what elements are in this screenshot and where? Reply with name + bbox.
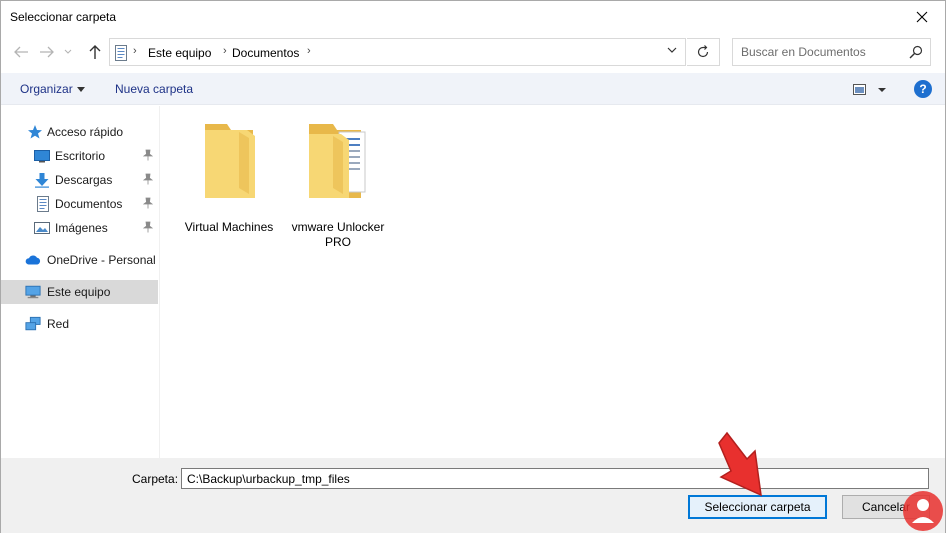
- sidebar-item-descargas[interactable]: Descargas: [1, 168, 158, 192]
- folder-virtual-machines[interactable]: Virtual Machines: [179, 116, 279, 246]
- recent-locations-button[interactable]: [61, 42, 75, 62]
- folder-field-label: Carpeta:: [132, 472, 179, 486]
- sidebar-item-label: Este equipo: [47, 285, 111, 299]
- pin-icon: [143, 221, 153, 233]
- arrow-up-icon: [89, 45, 101, 59]
- navigation-pane: Acceso rápido Escritorio Descargas Docum…: [1, 106, 160, 458]
- watermark-logo-icon: [903, 491, 943, 531]
- close-button[interactable]: [899, 1, 945, 32]
- view-options-icon: [853, 84, 886, 95]
- sidebar-item-label: OneDrive - Personal: [47, 253, 156, 267]
- chevron-down-icon: [64, 49, 72, 54]
- caret-down-icon[interactable]: [77, 87, 85, 92]
- folder-name: Virtual Machines: [184, 220, 274, 234]
- chevron-right-icon: ›: [307, 45, 311, 57]
- breadcrumb-documentos[interactable]: Documentos: [232, 46, 299, 60]
- select-folder-dialog: Seleccionar carpeta › Este equipo › Docu…: [0, 0, 946, 533]
- sidebar-item-label: Documentos: [55, 197, 123, 211]
- star-icon: [28, 125, 42, 139]
- pin-icon: [143, 197, 153, 209]
- command-bar: Organizar Nueva carpeta ?: [1, 73, 945, 105]
- sidebar-item-red[interactable]: Red: [1, 312, 158, 336]
- folder-icon: [309, 124, 366, 198]
- window-title: Seleccionar carpeta: [10, 10, 117, 24]
- new-folder-button[interactable]: Nueva carpeta: [115, 82, 193, 96]
- sidebar-item-label: Escritorio: [55, 149, 106, 163]
- help-button[interactable]: ?: [914, 80, 932, 98]
- chevron-right-icon: ›: [223, 45, 227, 57]
- forward-button[interactable]: [37, 42, 57, 62]
- download-icon: [35, 173, 49, 188]
- sidebar-item-acceso-rapido[interactable]: Acceso rápido: [1, 120, 158, 144]
- document-icon: [115, 45, 127, 61]
- sidebar-item-label: Imágenes: [55, 221, 108, 235]
- back-button[interactable]: [11, 42, 31, 62]
- pin-icon: [143, 149, 153, 161]
- navigation-bar: › Este equipo › Documentos ›: [1, 33, 945, 71]
- folder-name: vmware Unlocker PRO: [291, 220, 385, 249]
- arrow-right-icon: [40, 46, 54, 58]
- cloud-icon: [25, 255, 41, 265]
- close-icon: [916, 11, 928, 22]
- desktop-icon: [34, 150, 50, 163]
- computer-icon: [25, 285, 41, 299]
- search-input[interactable]: [733, 39, 903, 65]
- title-bar: Seleccionar carpeta: [1, 1, 945, 33]
- folder-vmware-unlocker-pro[interactable]: vmware Unlocker PRO: [288, 116, 388, 249]
- sidebar-item-label: Descargas: [55, 173, 113, 187]
- chevron-down-icon[interactable]: [667, 47, 677, 54]
- document-icon: [37, 196, 49, 212]
- search-box: [732, 38, 931, 66]
- refresh-icon: [697, 45, 709, 58]
- refresh-button[interactable]: [687, 38, 720, 66]
- sidebar-item-onedrive[interactable]: OneDrive - Personal: [1, 248, 158, 272]
- change-view-button[interactable]: [851, 81, 891, 99]
- folder-icon: [205, 124, 255, 198]
- network-icon: [25, 316, 41, 331]
- sidebar-item-este-equipo[interactable]: Este equipo: [1, 280, 158, 304]
- up-button[interactable]: [85, 42, 105, 62]
- folder-path-input[interactable]: [181, 468, 929, 489]
- arrow-left-icon: [14, 46, 28, 58]
- address-bar[interactable]: › Este equipo › Documentos ›: [109, 38, 686, 66]
- sidebar-item-label: Acceso rápido: [47, 125, 124, 139]
- file-list: Virtual Machines vmware Unlocker PRO: [161, 106, 945, 458]
- dialog-footer: Carpeta: Seleccionar carpeta Cancelar: [1, 458, 945, 533]
- pictures-icon: [34, 222, 50, 234]
- pin-icon: [143, 173, 153, 185]
- annotation-arrow-icon: [718, 431, 762, 497]
- sidebar-item-label: Red: [47, 317, 70, 331]
- chevron-right-icon: ›: [133, 45, 137, 57]
- sidebar-item-escritorio[interactable]: Escritorio: [1, 144, 158, 168]
- organize-button[interactable]: Organizar: [20, 82, 73, 96]
- breadcrumb-este-equipo[interactable]: Este equipo: [148, 46, 211, 60]
- search-icon[interactable]: [909, 45, 923, 59]
- sidebar-item-imagenes[interactable]: Imágenes: [1, 216, 158, 240]
- sidebar-item-documentos[interactable]: Documentos: [1, 192, 158, 216]
